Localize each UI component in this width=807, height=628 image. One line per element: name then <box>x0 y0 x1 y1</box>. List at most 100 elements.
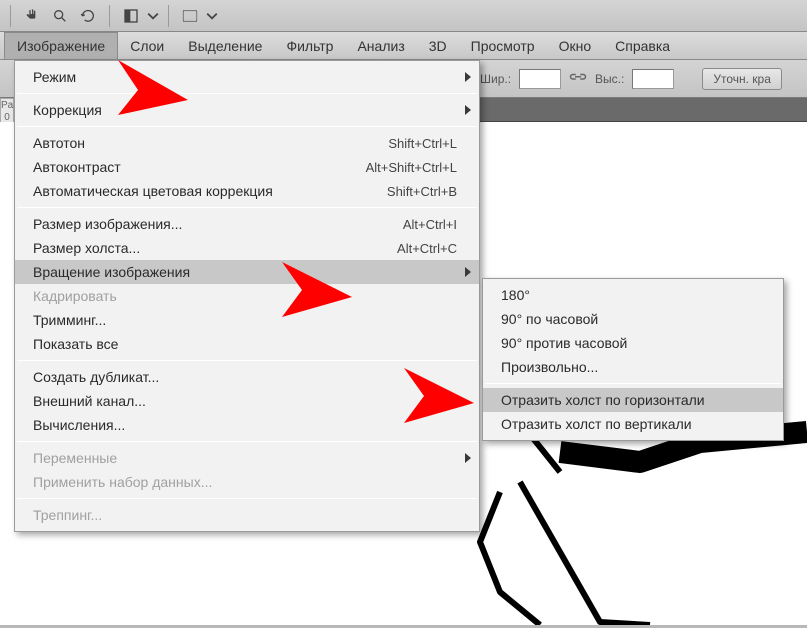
submenu-arrow-icon <box>465 105 471 115</box>
menu-separator <box>485 383 781 384</box>
rotate-submenu-item[interactable]: Отразить холст по вертикали <box>483 412 783 436</box>
menu-слои[interactable]: Слои <box>118 32 176 59</box>
menu-окно[interactable]: Окно <box>547 32 604 59</box>
menu-item-label: Автоматическая цветовая коррекция <box>33 183 387 199</box>
menu-item-label: Тримминг... <box>33 312 457 328</box>
app-toolbar <box>0 0 807 32</box>
menu-изображение[interactable]: Изображение <box>4 32 118 59</box>
menu-item-label: Размер холста... <box>33 240 397 256</box>
zoom-icon <box>52 8 68 24</box>
screen-mode-icon <box>123 8 139 24</box>
hand-icon <box>24 8 40 24</box>
image-menu-item[interactable]: Внешний канал... <box>15 389 479 413</box>
menu-item-shortcut: Alt+Shift+Ctrl+L <box>366 160 457 175</box>
image-menu-item[interactable]: Размер холста...Alt+Ctrl+C <box>15 236 479 260</box>
image-menu-item: Применить набор данных... <box>15 470 479 494</box>
menu-item-label: Кадрировать <box>33 288 457 304</box>
rotate-view-icon <box>80 8 96 24</box>
arrange-chevron[interactable] <box>205 4 219 28</box>
height-field[interactable] <box>632 69 674 89</box>
zoom-tool-button[interactable] <box>47 4 73 28</box>
image-menu-item[interactable]: Показать все <box>15 332 479 356</box>
image-menu-item: Кадрировать <box>15 284 479 308</box>
menu-item-label: Вычисления... <box>33 417 457 433</box>
toolbar-separator <box>168 5 169 27</box>
menu-separator <box>17 93 477 94</box>
submenu-arrow-icon <box>465 72 471 82</box>
image-menu-item[interactable]: Размер изображения...Alt+Ctrl+I <box>15 212 479 236</box>
rotate-submenu-item[interactable]: Произвольно... <box>483 355 783 379</box>
ruler-corner: Pa 0 <box>0 98 14 124</box>
menu-просмотр[interactable]: Просмотр <box>459 32 547 59</box>
menubar: ИзображениеСлоиВыделениеФильтрАнализ3DПр… <box>0 32 807 60</box>
menu-item-label: Треппинг... <box>33 507 457 523</box>
chevron-down-icon <box>147 8 159 24</box>
image-menu-item[interactable]: Тримминг... <box>15 308 479 332</box>
menu-фильтр[interactable]: Фильтр <box>274 32 345 59</box>
width-field[interactable] <box>519 69 561 89</box>
menu-item-label: Произвольно... <box>501 359 761 375</box>
menu-item-label: Автоконтраст <box>33 159 366 175</box>
submenu-arrow-icon <box>465 453 471 463</box>
image-menu-item[interactable]: Создать дубликат... <box>15 365 479 389</box>
menu-item-label: Отразить холст по горизонтали <box>501 392 761 408</box>
menu-item-label: Автотон <box>33 135 388 151</box>
menu-item-label: Переменные <box>33 450 457 466</box>
menu-separator <box>17 498 477 499</box>
menu-item-label: Коррекция <box>33 102 457 118</box>
refine-edge-button[interactable]: Уточн. кра <box>702 68 782 90</box>
arrange-icon <box>182 8 198 24</box>
menu-separator <box>17 126 477 127</box>
image-menu-item[interactable]: Режим <box>15 65 479 89</box>
menu-item-label: Внешний канал... <box>33 393 457 409</box>
chevron-down-icon <box>206 8 218 24</box>
screen-mode-chevron[interactable] <box>146 4 160 28</box>
image-menu-item[interactable]: Вращение изображения <box>15 260 479 284</box>
menu-item-label: Размер изображения... <box>33 216 403 232</box>
menu-item-label: 90° против часовой <box>501 335 761 351</box>
image-menu-item: Переменные <box>15 446 479 470</box>
hand-tool-button[interactable] <box>19 4 45 28</box>
rotate-view-button[interactable] <box>75 4 101 28</box>
menu-выделение[interactable]: Выделение <box>176 32 274 59</box>
toolbar-separator <box>10 5 11 27</box>
menu-separator <box>17 207 477 208</box>
menu-item-label: Режим <box>33 69 457 85</box>
menu-item-label: Отразить холст по вертикали <box>501 416 761 432</box>
link-icon[interactable] <box>569 70 587 88</box>
submenu-arrow-icon <box>465 267 471 277</box>
height-label: Выс.: <box>595 72 624 86</box>
menu-item-label: Применить набор данных... <box>33 474 457 490</box>
menu-separator <box>17 360 477 361</box>
width-label: Шир.: <box>480 72 511 86</box>
menu-item-shortcut: Alt+Ctrl+C <box>397 241 457 256</box>
menu-item-label: 180° <box>501 287 761 303</box>
menu-item-shortcut: Alt+Ctrl+I <box>403 217 457 232</box>
image-menu-item[interactable]: Коррекция <box>15 98 479 122</box>
rotate-submenu-item[interactable]: 90° по часовой <box>483 307 783 331</box>
menu-item-shortcut: Shift+Ctrl+B <box>387 184 457 199</box>
menu-separator <box>17 441 477 442</box>
image-menu-item[interactable]: АвтотонShift+Ctrl+L <box>15 131 479 155</box>
image-menu-item[interactable]: Автоматическая цветовая коррекцияShift+C… <box>15 179 479 203</box>
image-menu-item[interactable]: Вычисления... <box>15 413 479 437</box>
image-menu-item: Треппинг... <box>15 503 479 527</box>
image-menu-dropdown: РежимКоррекцияАвтотонShift+Ctrl+LАвтокон… <box>14 60 480 532</box>
menu-справка[interactable]: Справка <box>603 32 682 59</box>
rotate-submenu-dropdown: 180° 90° по часовой 90° против часовой Прои… <box>482 278 784 441</box>
screen-mode-button[interactable] <box>118 4 144 28</box>
rotate-submenu-item[interactable]: 180° <box>483 283 783 307</box>
menu-анализ[interactable]: Анализ <box>345 32 416 59</box>
menu-item-shortcut: Shift+Ctrl+L <box>388 136 457 151</box>
rotate-submenu-item[interactable]: Отразить холст по горизонтали <box>483 388 783 412</box>
menu-item-label: Создать дубликат... <box>33 369 457 385</box>
menu-3d[interactable]: 3D <box>417 32 459 59</box>
arrange-docs-button[interactable] <box>177 4 203 28</box>
toolbar-separator <box>109 5 110 27</box>
menu-item-label: Вращение изображения <box>33 264 457 280</box>
menu-item-label: Показать все <box>33 336 457 352</box>
refine-edge-label: Уточн. кра <box>713 72 771 86</box>
image-menu-item[interactable]: АвтоконтрастAlt+Shift+Ctrl+L <box>15 155 479 179</box>
rotate-submenu-item[interactable]: 90° против часовой <box>483 331 783 355</box>
menu-item-label: 90° по часовой <box>501 311 761 327</box>
